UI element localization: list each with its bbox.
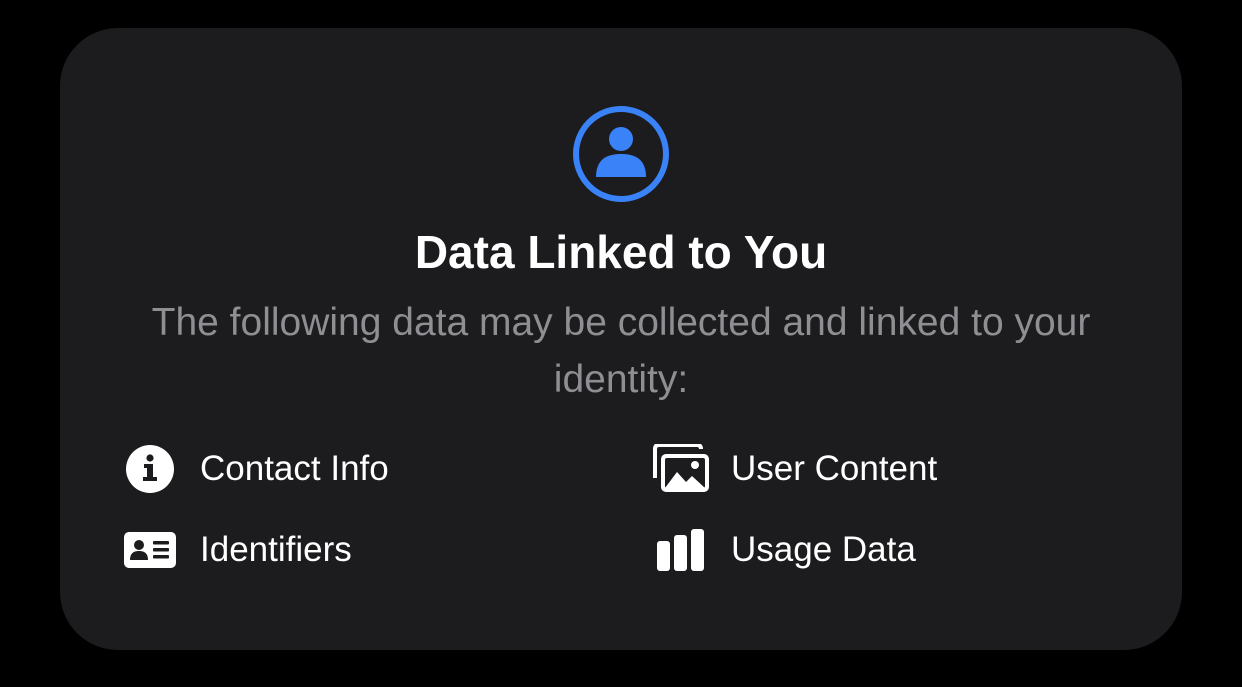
- bar-chart-icon: [651, 522, 711, 578]
- category-contact-info: Contact Info: [120, 441, 389, 497]
- category-label: Identifiers: [200, 530, 352, 569]
- privacy-card: Data Linked to You The following data ma…: [60, 28, 1182, 650]
- info-circle-icon: [120, 441, 180, 497]
- category-label: User Content: [731, 449, 938, 488]
- person-circle-icon: [571, 104, 671, 204]
- card-subtitle: The following data may be collected and …: [151, 301, 1091, 401]
- photos-icon: [651, 441, 711, 497]
- category-label: Contact Info: [200, 449, 389, 488]
- card-title: Data Linked to You: [414, 226, 828, 278]
- category-identifiers: Identifiers: [120, 522, 352, 578]
- category-user-content: User Content: [651, 441, 937, 497]
- category-label: Usage Data: [731, 530, 916, 569]
- category-usage-data: Usage Data: [651, 522, 916, 578]
- id-card-icon: [120, 522, 180, 578]
